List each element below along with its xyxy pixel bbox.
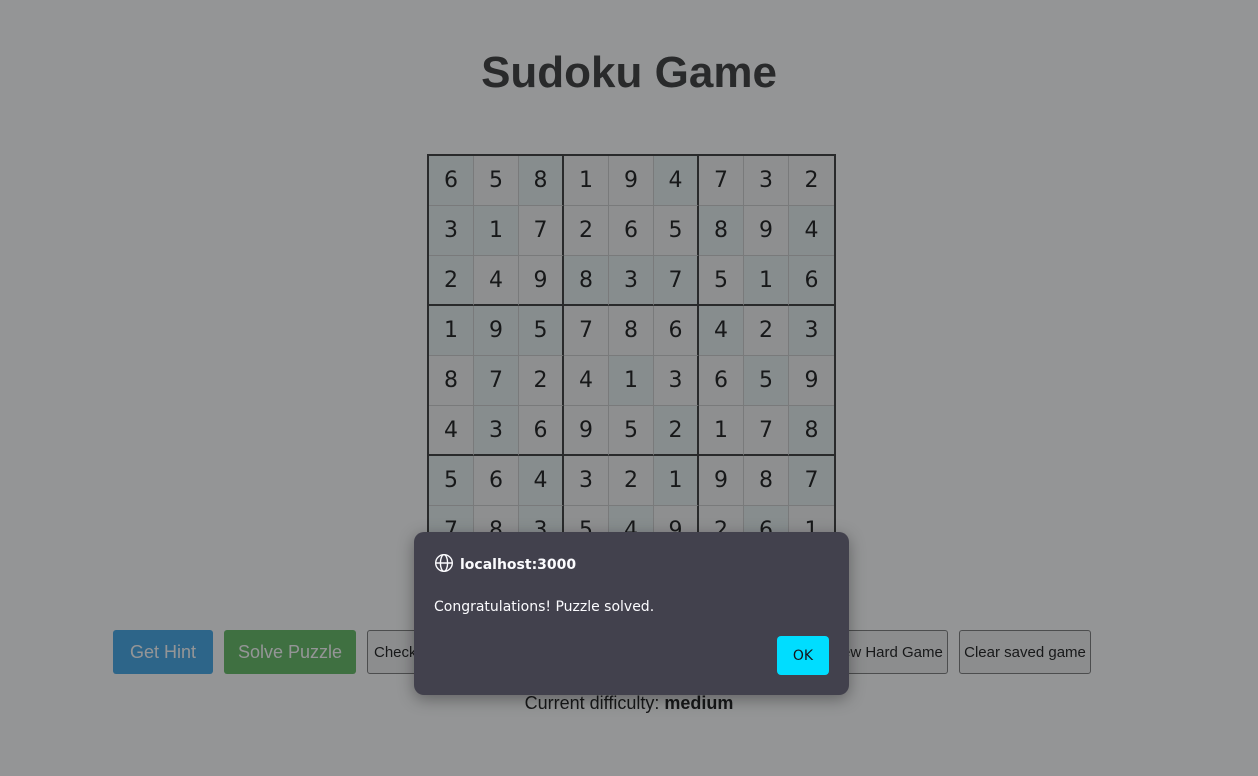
dialog-message: Congratulations! Puzzle solved. [434,599,655,615]
ok-button[interactable]: OK [777,636,829,675]
alert-dialog: localhost:3000 Congratulations! Puzzle s… [414,532,849,695]
globe-icon [434,553,454,577]
dialog-origin: localhost:3000 [434,553,576,577]
dialog-origin-text: localhost:3000 [460,557,577,573]
